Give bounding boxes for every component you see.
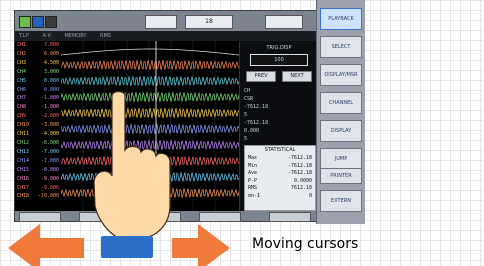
- hand-pointer-icon: [93, 90, 171, 258]
- caption-text: Moving cursors: [252, 236, 359, 252]
- arrow-right-icon: [172, 224, 230, 266]
- arrow-left-icon: [8, 224, 84, 266]
- gesture-illustration: [8, 90, 230, 266]
